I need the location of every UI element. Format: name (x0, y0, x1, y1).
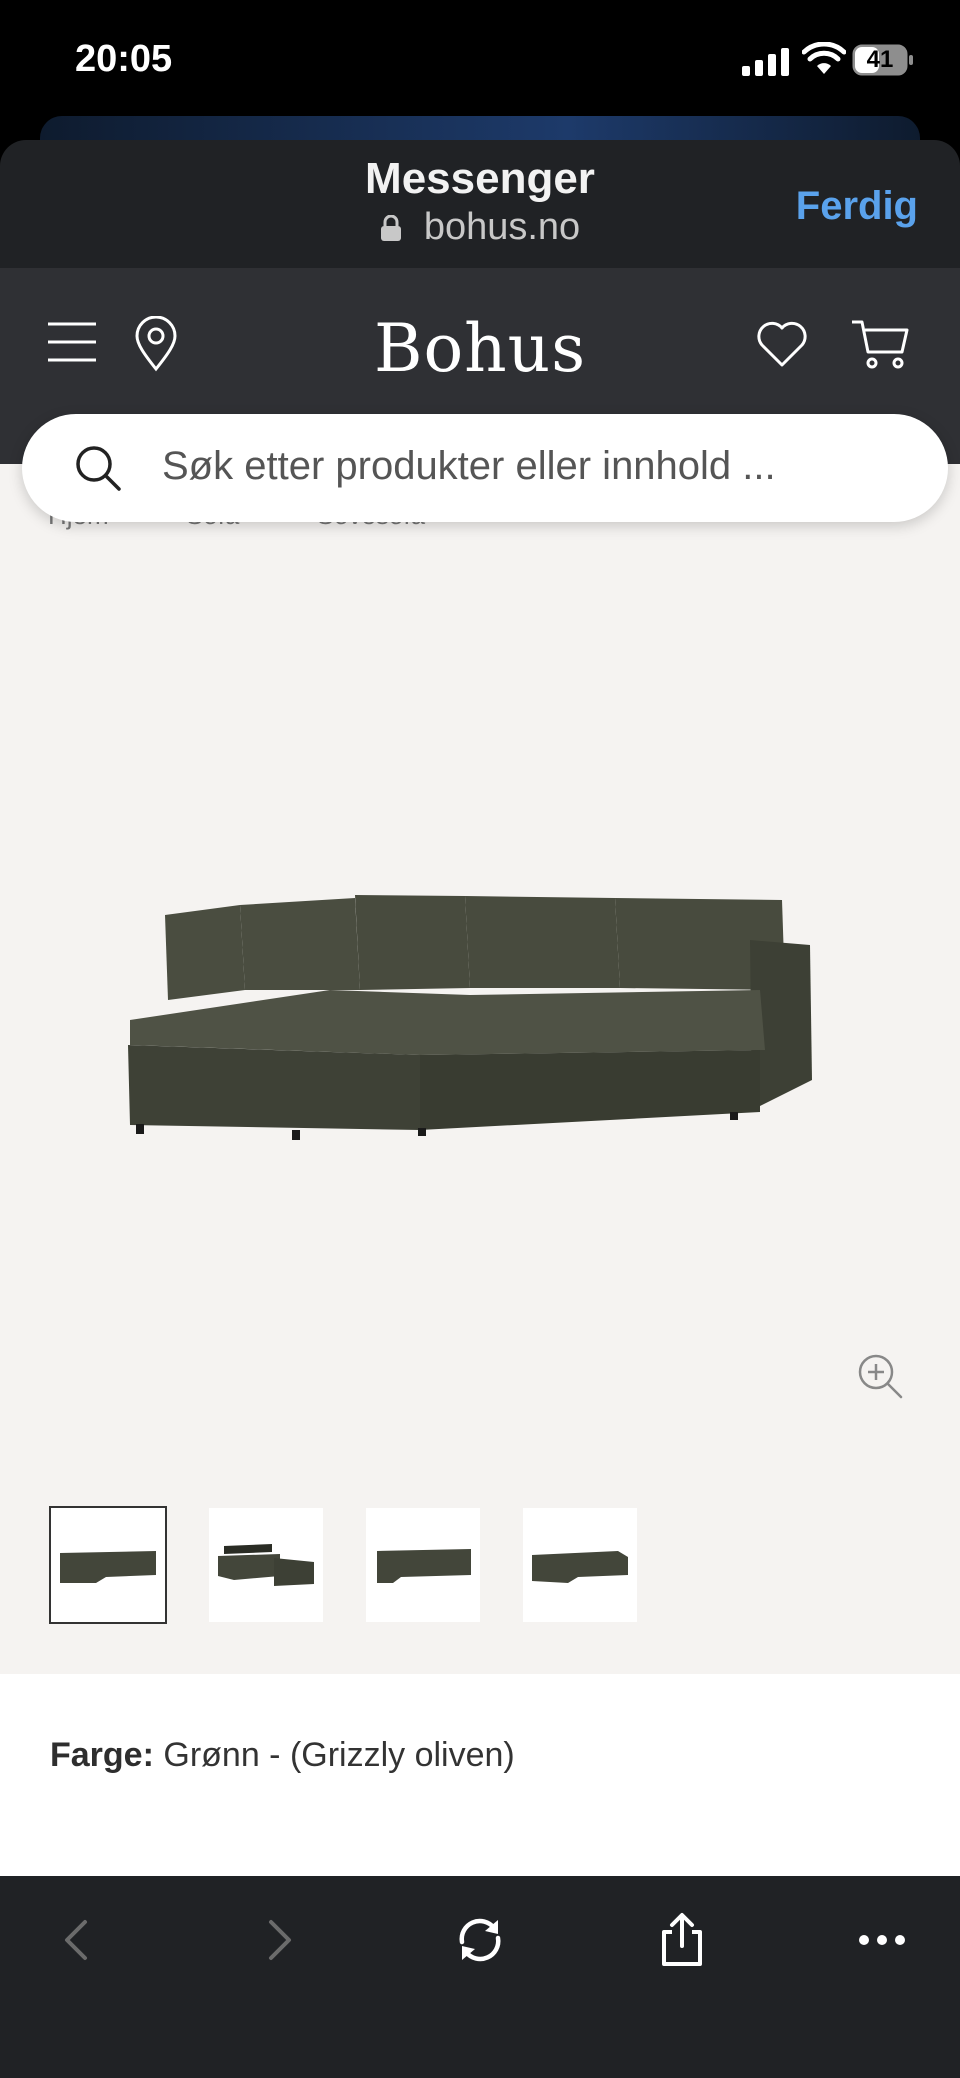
thumbnail-3[interactable] (366, 1508, 480, 1622)
done-button[interactable]: Ferdig (796, 184, 918, 229)
bohus-logo[interactable]: Bohus (0, 310, 960, 387)
url-text: bohus.no (423, 206, 581, 248)
lock-icon (380, 215, 401, 241)
cart-icon[interactable] (850, 316, 910, 372)
thumbnail-image (532, 1551, 628, 1583)
more-button[interactable] (852, 1910, 912, 1970)
share-button[interactable] (652, 1910, 712, 1970)
color-label: Farge: (50, 1736, 154, 1774)
color-value: Grønn - (Grizzly oliven) (163, 1736, 515, 1774)
battery-level: 41 (866, 46, 894, 73)
back-button[interactable] (46, 1910, 106, 1970)
heart-icon[interactable] (756, 320, 808, 368)
back-icon (65, 1920, 87, 1960)
product-main-image[interactable] (120, 880, 820, 1150)
search-icon (76, 446, 121, 491)
cellular-signal-icon (742, 48, 789, 76)
product-page: Hjem Sofa Sovesofa Farge: Grønn - (Grizz… (0, 464, 960, 1876)
thumbnail-2[interactable] (209, 1508, 323, 1622)
status-bar: 20:05 41 (0, 0, 960, 120)
battery-indicator: 41 (852, 44, 914, 76)
more-icon (859, 1935, 905, 1945)
product-details: Farge: Grønn - (Grizzly oliven) (0, 1674, 960, 1876)
thumbnail-1[interactable] (49, 1506, 167, 1624)
reload-icon (459, 1918, 501, 1962)
color-selection: Farge: Grønn - (Grizzly oliven) (50, 1736, 515, 1775)
in-app-browser-header: Messenger bohus.no Ferdig (0, 140, 960, 268)
forward-button[interactable] (250, 1910, 310, 1970)
thumbnail-image (218, 1544, 314, 1586)
forward-icon (269, 1920, 291, 1960)
share-icon (662, 1913, 702, 1966)
search-input[interactable]: Søk etter produkter eller innhold ... (162, 444, 776, 489)
zoom-in-icon[interactable] (856, 1352, 904, 1400)
thumbnail-image (377, 1549, 471, 1583)
status-time: 20:05 (75, 38, 173, 80)
thumbnail-image (60, 1551, 156, 1583)
reload-button[interactable] (450, 1910, 510, 1970)
thumbnail-4[interactable] (523, 1508, 637, 1622)
search-bar[interactable]: Søk etter produkter eller innhold ... (22, 414, 948, 522)
browser-toolbar (0, 1876, 960, 2078)
wifi-icon (802, 42, 846, 74)
